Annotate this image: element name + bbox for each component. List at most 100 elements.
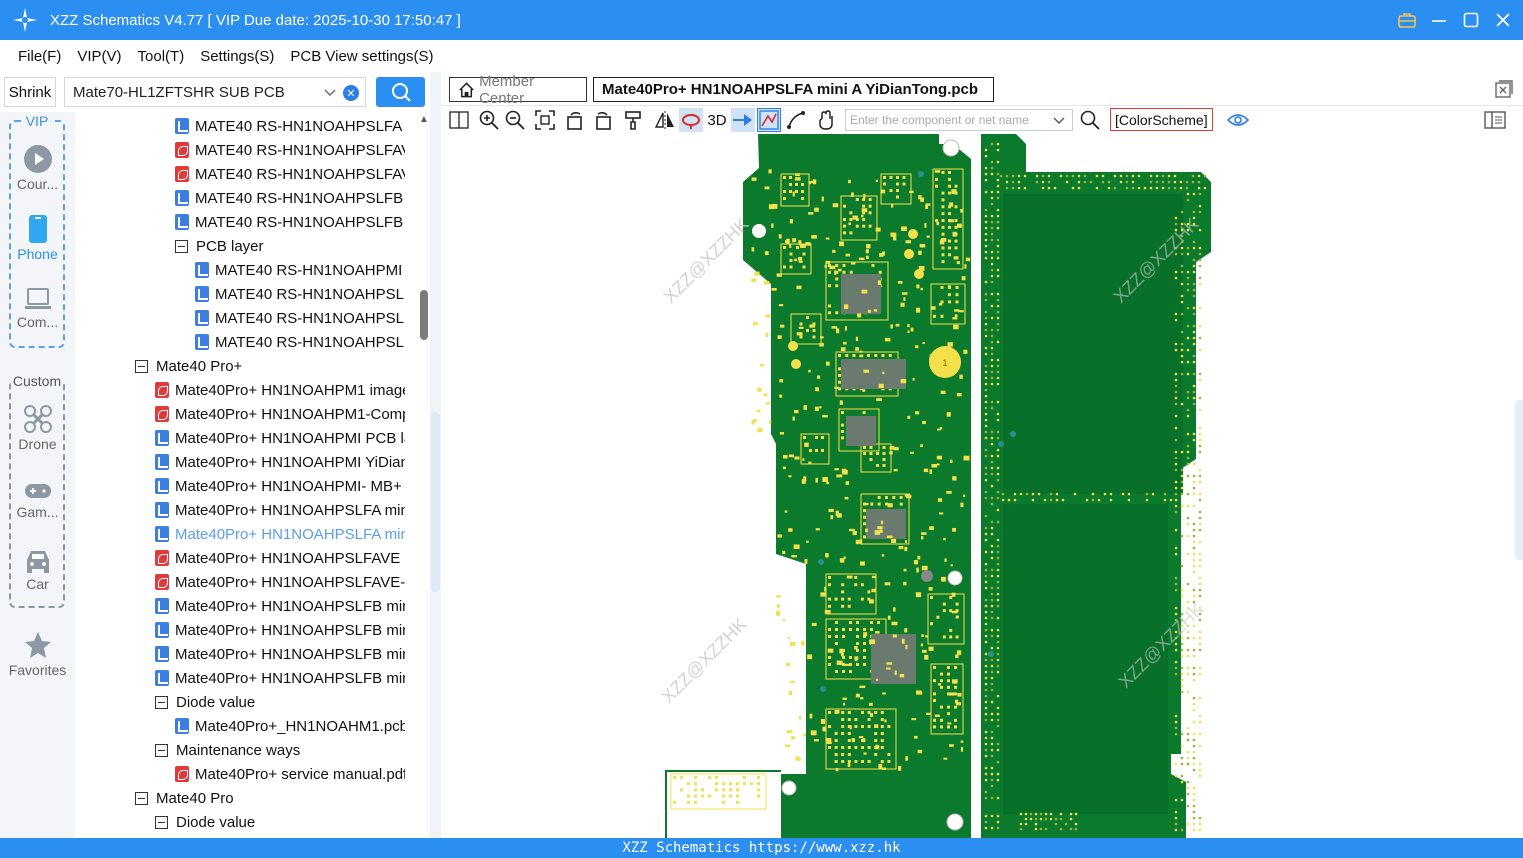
clear-icon[interactable]: ✕ [343, 85, 359, 101]
side-panel-icon[interactable] [1483, 108, 1507, 132]
tree-folder[interactable]: Mate40 Pro [135, 786, 405, 810]
collapse-icon[interactable] [135, 791, 148, 805]
collapse-handle[interactable] [431, 412, 440, 592]
right-panel-handle[interactable] [1515, 400, 1523, 560]
pcb-pad [855, 198, 859, 201]
panel-splitter[interactable] [430, 72, 441, 838]
pcb-pad [701, 794, 704, 798]
layout-toggle-icon[interactable] [447, 108, 471, 132]
tree-file[interactable]: MATE40 RS-HN1NOAHPSLFA SUB [175, 114, 405, 138]
rotate-right-icon[interactable] [591, 108, 615, 132]
zoom-in-icon[interactable] [477, 108, 501, 132]
tree-file[interactable]: Mate40Pro+ HN1NOAHPMI PCB layer [155, 426, 405, 450]
tree-file[interactable]: MATE40 RS-HN1NOAHPSLFAVE [175, 138, 405, 162]
tree-file[interactable]: Mate40Pro+ HN1NOAHPSLFA mini [155, 522, 405, 546]
via-dot [1180, 270, 1184, 274]
net-highlight-icon[interactable] [679, 108, 703, 132]
tree-file[interactable]: Mate40Pro+ HN1NOAHPSLFB mini [155, 594, 405, 618]
tree-file[interactable]: MATE40 RS-HN1NOAHPSLFA [195, 282, 405, 306]
search-icon[interactable] [1078, 108, 1102, 132]
pan-hand-icon[interactable] [815, 108, 839, 132]
pcb-pad [788, 691, 793, 696]
close-icon[interactable] [1493, 10, 1513, 30]
tree-file[interactable]: MATE40 RS-HN1NOAHPMI MB [195, 258, 405, 282]
menu-file[interactable]: File(F) [18, 48, 61, 65]
rail-item-car[interactable]: Car [0, 546, 75, 592]
tree-file[interactable]: Mate40Pro+ HN1NOAHPM1-Component [155, 402, 405, 426]
rotate-left-icon[interactable] [563, 108, 587, 132]
rail-item-courses[interactable]: Cour... [0, 144, 75, 192]
tree-file[interactable]: MATE40 RS-HN1NOAHPSLFB [195, 306, 405, 330]
menu-vip[interactable]: VIP(V) [77, 48, 121, 65]
tree-file[interactable]: Mate40Pro+ HN1NOAHPSLFA mini [155, 498, 405, 522]
shrink-button[interactable]: Shrink [4, 77, 56, 107]
product-search-combobox[interactable]: Mate70-HL1ZFTSHR SUB PCB ✕ [64, 77, 366, 107]
tree-file[interactable]: Mate40Pro+ HN1NOAHPM1 image [155, 378, 405, 402]
pcb-pad [854, 583, 858, 587]
briefcase-icon[interactable] [1397, 10, 1417, 30]
tree-file[interactable]: Mate40Pro+ HN1NOAHPMI YiDianTong [155, 450, 405, 474]
tree-scrollbar[interactable]: ▲ [418, 112, 430, 838]
rail-item-phone[interactable]: Phone [0, 214, 75, 262]
tree-file[interactable]: Mate40Pro+ HN1NOAHPSLFB mini [155, 642, 405, 666]
scroll-up-icon[interactable]: ▲ [419, 114, 429, 125]
tree-file[interactable]: MATE40 RS-HN1NOAHPSLFB SUB [175, 210, 405, 234]
color-scheme-button[interactable]: [ColorScheme] [1110, 108, 1213, 131]
pcb-pad [715, 782, 718, 786]
tree-file[interactable]: Mate40Pro+ HN1NOAHPSLFAVE-C [155, 570, 405, 594]
fit-view-icon[interactable] [533, 108, 557, 132]
tree-file[interactable]: MATE40 RS-HN1NOAHPSLFB [195, 330, 405, 354]
eye-icon[interactable] [1226, 108, 1250, 132]
measure-icon[interactable] [784, 108, 808, 132]
tree-folder[interactable]: Diode value [155, 810, 405, 834]
scrollbar-thumb[interactable] [420, 290, 428, 340]
collapse-icon[interactable] [155, 815, 168, 829]
collapse-icon[interactable] [135, 359, 148, 373]
3d-view-button[interactable]: 3D [704, 108, 730, 132]
search-button[interactable] [376, 77, 425, 107]
tree-folder[interactable]: Diode value [155, 690, 405, 714]
minimize-icon[interactable] [1429, 10, 1449, 30]
paint-brush-icon[interactable] [621, 108, 645, 132]
menu-settings[interactable]: Settings(S) [200, 48, 274, 65]
rail-item-drone[interactable]: Drone [0, 404, 75, 452]
pcb-pad [838, 380, 841, 384]
rail-item-favorites[interactable]: Favorites [0, 630, 75, 678]
tree-folder[interactable]: Mate40 Pro+ [135, 354, 405, 378]
collapse-icon[interactable] [155, 743, 168, 757]
maximize-icon[interactable] [1461, 10, 1481, 30]
tree-file[interactable]: Mate40Pro+ HN1NOAHPMI- MB+ [155, 474, 405, 498]
tree-file[interactable]: Mate40Pro+ HN1NOAHPSLFB mini [155, 666, 405, 690]
routing-icon[interactable] [757, 108, 781, 132]
tree-file[interactable]: MATE40 RS-HN1NOAHPSLFB SUB [175, 186, 405, 210]
pin-select-icon[interactable] [731, 108, 755, 132]
zoom-out-icon[interactable] [503, 108, 527, 132]
rail-item-game[interactable]: Gam... [0, 480, 75, 520]
pcb-pad [960, 502, 964, 508]
chevron-down-icon[interactable] [1052, 113, 1066, 127]
pcb-canvas[interactable]: 1 XZZ@XZZHK XZZ@XZZHK XZZ@XZZHK XZZ@XZZH… [441, 134, 1523, 838]
tree-file[interactable]: Mate40Pro+ HN1NOAHPSLFAVE SUB [155, 546, 405, 570]
tree-file[interactable]: MATE40 RS-HN1NOAHPSLFAVE [175, 162, 405, 186]
via-dot [1198, 510, 1202, 514]
tree-folder[interactable]: Maintenance ways [155, 738, 405, 762]
tree-file[interactable]: Mate40Pro+ HN1NOAHPSLFB mini [155, 618, 405, 642]
mirror-icon[interactable] [653, 108, 677, 132]
tree-item-label: MATE40 RS-HN1NOAHPSLFA SUB [195, 117, 405, 135]
collapse-icon[interactable] [175, 239, 188, 253]
collapse-icon[interactable] [155, 695, 168, 709]
pcb-pad [884, 582, 891, 586]
close-tabs-icon[interactable] [1495, 80, 1513, 98]
menu-pcb-view-settings[interactable]: PCB View settings(S) [290, 48, 433, 65]
pcb-pad [883, 182, 886, 186]
rail-item-computer[interactable]: Com... [0, 286, 75, 330]
tree-file[interactable]: Mate40Pro+ service manual.pdf [175, 762, 405, 786]
pcb-board-view[interactable]: 1 XZZ@XZZHK XZZ@XZZHK XZZ@XZZHK XZZ@XZZH… [441, 134, 1523, 838]
menu-tool[interactable]: Tool(T) [138, 48, 185, 65]
tree-file[interactable]: Mate40Pro+_HN1NOAHM1.pcb [175, 714, 405, 738]
tab-member-center[interactable]: Member Center [449, 73, 587, 107]
chevron-down-icon[interactable] [323, 85, 337, 99]
component-search-input[interactable]: Enter the component or net name [845, 109, 1073, 131]
tree-folder[interactable]: PCB layer [175, 234, 405, 258]
tab-active-document[interactable]: Mate40Pro+ HN1NOAHPSLFA mini A YiDianTon… [593, 77, 994, 102]
